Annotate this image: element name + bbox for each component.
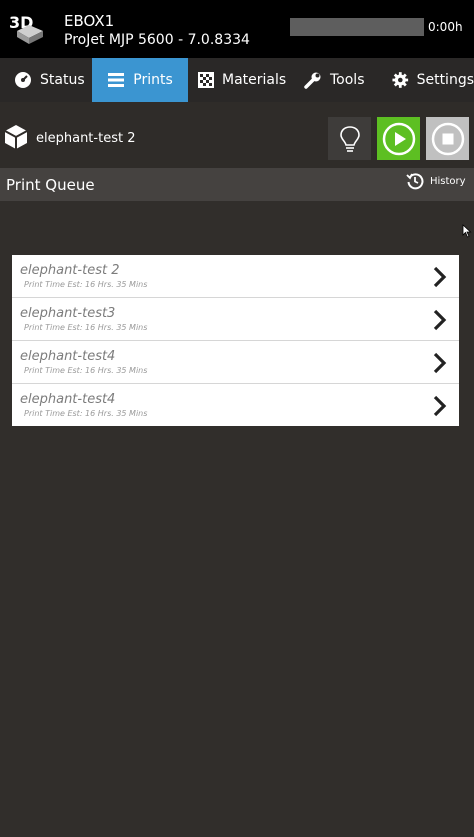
queue-item-name: elephant-test4 <box>20 349 116 364</box>
tab-settings[interactable]: Settings <box>392 58 474 102</box>
queue-item-time: Print Time Est: 16 Hrs. 35 Mins <box>24 280 148 289</box>
checker-icon <box>198 72 214 88</box>
lightbulb-icon <box>339 125 360 152</box>
3d-systems-logo: 3D <box>9 11 49 45</box>
gauge-icon <box>15 72 31 88</box>
chevron-right-icon <box>433 352 447 374</box>
tab-prints-label: Prints <box>133 72 173 88</box>
tab-materials-label: Materials <box>222 72 287 88</box>
tab-tools-label: Tools <box>330 72 365 88</box>
queue-item[interactable]: elephant-test4 Print Time Est: 16 Hrs. 3… <box>12 341 459 384</box>
gear-icon <box>392 72 409 88</box>
light-button[interactable] <box>328 117 371 160</box>
tab-materials[interactable]: Materials <box>198 58 294 102</box>
mouse-cursor <box>462 223 472 242</box>
chevron-right-icon <box>433 309 447 331</box>
device-name: EBOX1 <box>64 12 115 30</box>
chevron-right-icon <box>433 395 447 417</box>
stop-button[interactable] <box>426 117 469 160</box>
history-label: History <box>430 175 466 187</box>
queue-item-name: elephant-test 2 <box>20 263 120 278</box>
tab-status[interactable]: Status <box>14 58 92 102</box>
tab-prints[interactable]: Prints <box>92 58 188 102</box>
queue-item[interactable]: elephant-test4 Print Time Est: 16 Hrs. 3… <box>12 384 459 426</box>
queue-item[interactable]: elephant-test3 Print Time Est: 16 Hrs. 3… <box>12 298 459 341</box>
print-queue-list: elephant-test 2 Print Time Est: 16 Hrs. … <box>12 255 459 426</box>
tab-tools[interactable]: Tools <box>304 58 380 102</box>
tab-settings-label: Settings <box>416 72 474 88</box>
queue-item[interactable]: elephant-test 2 Print Time Est: 16 Hrs. … <box>12 255 459 298</box>
cube-icon <box>4 124 28 154</box>
list-icon <box>108 73 125 87</box>
wrench-icon <box>304 72 321 89</box>
current-job-name: elephant-test 2 <box>36 131 136 146</box>
progress-bar <box>290 18 424 36</box>
device-model: ProJet MJP 5600 - 7.0.8334 <box>64 32 250 48</box>
time-readout: 0:00h <box>428 20 463 34</box>
history-button[interactable]: History <box>406 172 466 190</box>
history-icon <box>406 173 424 190</box>
queue-item-name: elephant-test3 <box>20 306 116 321</box>
play-button[interactable] <box>377 117 420 160</box>
queue-item-time: Print Time Est: 16 Hrs. 35 Mins <box>24 323 148 332</box>
tab-bar: Status Prints Materials Tools Settings <box>0 58 474 102</box>
play-icon <box>382 122 415 155</box>
stop-icon <box>431 122 464 155</box>
queue-item-name: elephant-test4 <box>20 392 116 407</box>
queue-title: Print Queue <box>6 176 95 194</box>
queue-item-time: Print Time Est: 16 Hrs. 35 Mins <box>24 409 148 418</box>
chevron-right-icon <box>433 266 447 288</box>
queue-item-time: Print Time Est: 16 Hrs. 35 Mins <box>24 366 148 375</box>
tab-status-label: Status <box>40 72 85 88</box>
